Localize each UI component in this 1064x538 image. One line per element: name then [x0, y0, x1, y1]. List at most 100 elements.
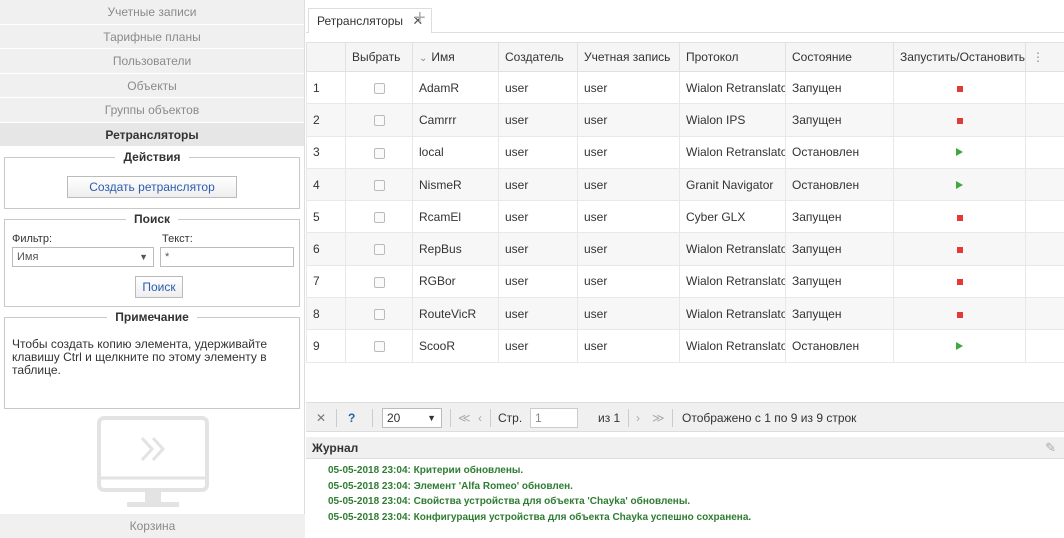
table-row[interactable]: 4 NismeR user user Granit Navigator Остановле…	[306, 167, 1064, 202]
row-checkbox[interactable]	[373, 244, 385, 256]
help-icon[interactable]: ?	[348, 403, 355, 433]
filter-select[interactable]: Имя ▼	[12, 247, 154, 267]
sidebar: Учетные записи Тарифные планы Пользовате…	[0, 0, 305, 538]
row-select[interactable]	[345, 70, 413, 105]
row-startstop[interactable]	[893, 264, 1026, 299]
row-spacer	[1025, 264, 1064, 299]
row-startstop[interactable]	[893, 297, 1026, 331]
column-header-account[interactable]: Учетная запись	[577, 42, 680, 72]
search-legend: Поиск	[125, 212, 178, 226]
search-text-input[interactable]	[160, 247, 294, 267]
row-select[interactable]	[345, 200, 413, 234]
column-header-name[interactable]: ⌄ Имя	[412, 42, 499, 72]
row-index: 7	[306, 264, 346, 299]
play-icon[interactable]	[956, 180, 963, 189]
row-startstop[interactable]	[893, 103, 1026, 137]
create-retranslator-button[interactable]: Создать ретранслятор	[67, 176, 237, 198]
note-legend: Примечание	[107, 310, 197, 324]
stop-icon[interactable]	[956, 247, 963, 254]
row-startstop[interactable]	[893, 329, 1026, 363]
first-page-icon[interactable]: ≪	[458, 403, 471, 433]
row-select[interactable]	[345, 232, 413, 266]
row-startstop[interactable]	[893, 167, 1026, 202]
row-select[interactable]	[345, 167, 413, 202]
nav-unit-groups[interactable]: Группы объектов	[0, 98, 304, 123]
nav-users[interactable]: Пользователи	[0, 49, 304, 74]
row-protocol: Wialon Retranslato	[679, 297, 786, 331]
row-checkbox[interactable]	[373, 82, 385, 94]
play-icon[interactable]	[956, 342, 963, 351]
row-select[interactable]	[345, 297, 413, 331]
table-row[interactable]: 9 ScooR user user Wialon Retranslato Остановл…	[306, 329, 1064, 363]
stop-icon[interactable]	[956, 214, 963, 221]
next-page-icon[interactable]: ›	[636, 403, 640, 433]
row-account: user	[577, 167, 680, 202]
note-panel: Примечание Чтобы создать копию элемента,…	[4, 310, 300, 409]
row-checkbox[interactable]	[373, 212, 385, 224]
page-number-input[interactable]: 1	[530, 408, 578, 428]
table-row[interactable]: 5 RcamEl user user Cyber GLX Запущен	[306, 200, 1064, 234]
row-checkbox[interactable]	[373, 341, 385, 353]
row-checkbox[interactable]	[373, 276, 385, 288]
trash-button[interactable]: Корзина	[0, 514, 305, 538]
row-spacer	[1025, 167, 1064, 202]
play-icon[interactable]	[956, 148, 963, 157]
row-account: user	[577, 232, 680, 266]
table-row[interactable]: 8 RouteVicR user user Wialon Retranslato Запу…	[306, 297, 1064, 331]
nav-billing-plans[interactable]: Тарифные планы	[0, 24, 304, 49]
page-label: Стр.	[498, 411, 523, 425]
row-state: Запущен	[785, 297, 894, 331]
stop-icon[interactable]	[956, 117, 963, 124]
column-header-select[interactable]: Выбрать	[345, 42, 413, 72]
column-header-state[interactable]: Состояние	[785, 42, 894, 72]
table-row[interactable]: 6 RepBus user user Wialon Retranslato Запущен	[306, 232, 1064, 266]
nav-retranslators[interactable]: Ретрансляторы	[0, 122, 304, 147]
row-name: Camrrr	[412, 103, 499, 137]
eraser-icon[interactable]: ✎	[1045, 440, 1056, 456]
row-startstop[interactable]	[893, 70, 1026, 105]
row-account: user	[577, 70, 680, 105]
column-header-creator[interactable]: Создатель	[498, 42, 578, 72]
table-row[interactable]: 3 local user user Wialon Retranslato Остановл…	[306, 135, 1064, 169]
add-tab-icon[interactable]: +	[414, 7, 426, 29]
row-account: user	[577, 297, 680, 331]
stop-icon[interactable]	[956, 311, 963, 318]
column-header-startstop[interactable]: Запустить/Остановить	[893, 42, 1026, 72]
column-header-name-label: Имя	[431, 50, 455, 64]
row-select[interactable]	[345, 135, 413, 169]
row-startstop[interactable]	[893, 232, 1026, 266]
column-header-protocol[interactable]: Протокол	[679, 42, 786, 72]
last-page-icon[interactable]: ≫	[652, 403, 665, 433]
search-button[interactable]: Поиск	[135, 276, 183, 298]
table-row[interactable]: 2 Camrrr user user Wialon IPS Запущен	[306, 103, 1064, 137]
table-header-row: Выбрать ⌄ Имя Создатель Учетная запись Пр…	[306, 42, 1064, 72]
prev-page-icon[interactable]: ‹	[478, 403, 482, 433]
nav-accounts[interactable]: Учетные записи	[0, 0, 304, 25]
row-select[interactable]	[345, 103, 413, 137]
row-spacer	[1025, 70, 1064, 105]
row-checkbox[interactable]	[373, 147, 385, 159]
row-checkbox[interactable]	[373, 179, 385, 191]
row-checkbox[interactable]	[373, 309, 385, 321]
nav-units[interactable]: Объекты	[0, 73, 304, 98]
row-name: RouteVicR	[412, 297, 499, 331]
tab-bar: Ретрансляторы ✕ +	[306, 0, 1064, 33]
table-row[interactable]: 1 AdamR user user Wialon Retranslato Запущен	[306, 70, 1064, 105]
row-protocol: Granit Navigator	[679, 167, 786, 202]
row-select[interactable]	[345, 329, 413, 363]
actions-legend: Действия	[115, 150, 189, 164]
column-options-icon[interactable]: ⋮	[1025, 42, 1064, 72]
row-checkbox[interactable]	[373, 115, 385, 127]
page-size-select[interactable]: 20 ▼	[382, 408, 442, 428]
row-startstop[interactable]	[893, 135, 1026, 169]
stop-icon[interactable]	[956, 85, 963, 92]
log-lines: 05-05-2018 23:04: Критерии обновлены. 05…	[328, 463, 751, 525]
table-row[interactable]: 7 RGBor user user Wialon Retranslato Запущен	[306, 264, 1064, 299]
row-select[interactable]	[345, 264, 413, 299]
row-startstop[interactable]	[893, 200, 1026, 234]
chevron-down-icon: ▼	[139, 252, 148, 262]
close-icon[interactable]: ✕	[316, 403, 326, 433]
stop-icon[interactable]	[956, 279, 963, 286]
row-account: user	[577, 264, 680, 299]
row-state: Запущен	[785, 70, 894, 105]
